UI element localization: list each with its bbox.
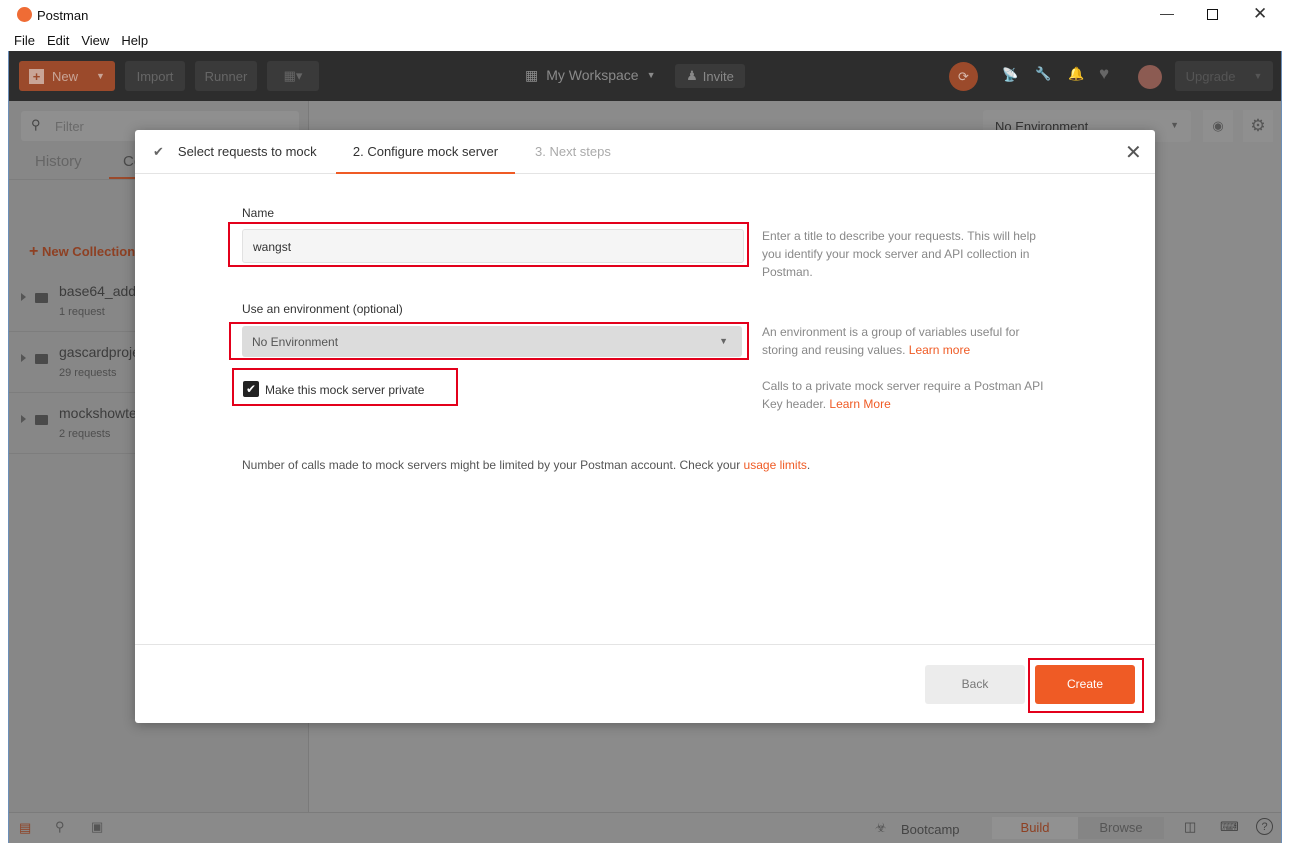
- postman-logo-icon: [17, 7, 32, 22]
- step-select-requests[interactable]: ✔ Select requests to mock: [153, 130, 317, 174]
- learn-more-link[interactable]: Learn more: [909, 343, 970, 357]
- step-label: 2. Configure mock server: [352, 144, 499, 159]
- folder-icon: [35, 293, 48, 303]
- build-tab[interactable]: Build: [992, 817, 1078, 839]
- back-button[interactable]: Back: [925, 665, 1025, 704]
- highlight-box: [1028, 658, 1144, 713]
- learn-more-link[interactable]: Learn More: [829, 397, 890, 411]
- highlight-box: [232, 368, 458, 406]
- bootcamp-link[interactable]: Bootcamp: [901, 822, 960, 837]
- highlight-box: [229, 322, 749, 360]
- folder-icon: [35, 415, 48, 425]
- environment-label: Use an environment (optional): [242, 302, 403, 316]
- upgrade-label: Upgrade: [1185, 68, 1236, 84]
- menu-bar: File Edit View Help: [8, 30, 1282, 51]
- modal-footer-divider: [135, 644, 1155, 645]
- filter-placeholder: Filter: [55, 119, 84, 134]
- environment-help: An environment is a group of variables u…: [762, 325, 1020, 357]
- collection-name: mockshowte: [59, 405, 137, 421]
- private-help: Calls to a private mock server require a…: [762, 379, 1044, 411]
- collection-count: 29 requests: [59, 367, 117, 379]
- collection-name: gascardproje: [59, 344, 140, 360]
- chevron-down-icon: ▼: [646, 70, 656, 80]
- search-icon: ⚲: [31, 117, 41, 132]
- private-help-text: Calls to a private mock server require a…: [762, 377, 1052, 413]
- chevron-down-icon: ▼: [1253, 71, 1263, 81]
- plus-icon: +: [29, 68, 44, 84]
- minimize-button[interactable]: —: [1160, 5, 1174, 21]
- console-icon[interactable]: ▣: [91, 819, 103, 835]
- back-label: Back: [961, 677, 989, 691]
- step-label: 3. Next steps: [535, 144, 611, 159]
- environment-help-text: An environment is a group of variables u…: [762, 323, 1052, 359]
- app-header: + New ▼ Import Runner ▦▾ ▦ My Workspace ▼ …: [9, 51, 1281, 101]
- modal-steps: ✔ Select requests to mock 2. Configure mo…: [135, 130, 1155, 174]
- usage-note: Number of calls made to mock servers mig…: [242, 458, 811, 472]
- invite-button[interactable]: ♟ Invite: [675, 64, 745, 88]
- name-help-text: Enter a title to describe your requests.…: [762, 229, 1036, 279]
- collection-count: 2 requests: [59, 428, 111, 440]
- close-icon[interactable]: ✕: [1125, 140, 1142, 165]
- maximize-button[interactable]: [1207, 9, 1218, 20]
- browse-label: Browse: [1099, 820, 1143, 835]
- new-collection-button[interactable]: + New Collection: [29, 243, 135, 261]
- chevron-right-icon: [21, 415, 26, 423]
- eye-icon[interactable]: ◉: [1203, 110, 1233, 142]
- add-user-icon: ♟: [686, 68, 698, 83]
- upgrade-button[interactable]: Upgrade ▼: [1175, 61, 1273, 91]
- menu-help[interactable]: Help: [115, 30, 154, 51]
- plus-icon: +: [29, 243, 39, 260]
- step-label: Select requests to mock: [177, 144, 317, 159]
- workspace-switcher[interactable]: ▦ My Workspace ▼: [525, 67, 655, 84]
- heart-icon[interactable]: ♥: [1099, 64, 1109, 84]
- keyboard-icon[interactable]: ⌨: [1220, 819, 1239, 835]
- name-label: Name: [242, 206, 275, 220]
- new-window-button[interactable]: ▦▾: [267, 61, 319, 91]
- runner-button[interactable]: Runner: [195, 61, 257, 91]
- menu-file[interactable]: File: [8, 30, 41, 51]
- menu-view[interactable]: View: [75, 30, 115, 51]
- invite-label: Invite: [702, 68, 734, 84]
- window-title: Postman: [37, 8, 89, 23]
- new-button[interactable]: + New ▼: [19, 61, 115, 91]
- new-label: New: [52, 68, 79, 84]
- step-next-steps[interactable]: 3. Next steps: [535, 130, 611, 174]
- collection-count: 1 request: [59, 306, 105, 318]
- title-bar: Postman — ✕: [0, 0, 1290, 30]
- satellite-icon[interactable]: 📡: [1002, 67, 1018, 83]
- chevron-right-icon: [21, 354, 26, 362]
- new-collection-label: New Collection: [41, 244, 135, 259]
- sidebar-toggle-icon[interactable]: ▤: [19, 820, 31, 836]
- search-icon[interactable]: ⚲: [55, 819, 65, 835]
- tab-history[interactable]: History: [35, 153, 82, 170]
- build-label: Build: [1020, 820, 1050, 835]
- highlight-box: [228, 222, 749, 267]
- import-button[interactable]: Import: [125, 61, 185, 91]
- folder-icon: [35, 354, 48, 364]
- wrench-icon[interactable]: 🔧: [1035, 66, 1051, 82]
- two-pane-icon[interactable]: ◫: [1184, 819, 1196, 835]
- usage-limits-link[interactable]: usage limits: [744, 458, 807, 472]
- menu-edit[interactable]: Edit: [41, 30, 75, 51]
- gear-icon[interactable]: ⚙: [1243, 110, 1273, 142]
- collection-name: base64_add_: [59, 283, 144, 299]
- workspace-name: My Workspace: [546, 67, 639, 83]
- sync-icon[interactable]: ⟳: [949, 62, 978, 91]
- grid-icon: ▦: [525, 67, 539, 83]
- bell-icon[interactable]: 🔔: [1068, 66, 1084, 82]
- bootcamp-icon: ☣: [875, 820, 887, 835]
- browse-tab[interactable]: Browse: [1078, 817, 1164, 839]
- help-icon[interactable]: ?: [1256, 818, 1273, 835]
- chevron-down-icon: ▼: [1170, 120, 1179, 130]
- avatar[interactable]: [1138, 65, 1162, 89]
- close-window-button[interactable]: ✕: [1253, 4, 1267, 24]
- create-mock-server-modal: ✔ Select requests to mock 2. Configure mo…: [135, 130, 1155, 723]
- step-configure-mock[interactable]: 2. Configure mock server: [336, 130, 515, 174]
- chevron-down-icon: ▼: [96, 71, 105, 81]
- check-icon: ✔: [153, 144, 164, 159]
- usage-note-text: Number of calls made to mock servers mig…: [242, 458, 741, 472]
- chevron-right-icon: [21, 293, 26, 301]
- status-bar: ▤ ⚲ ▣ ☣ Bootcamp Build Browse ◫ ⌨ ?: [9, 812, 1281, 843]
